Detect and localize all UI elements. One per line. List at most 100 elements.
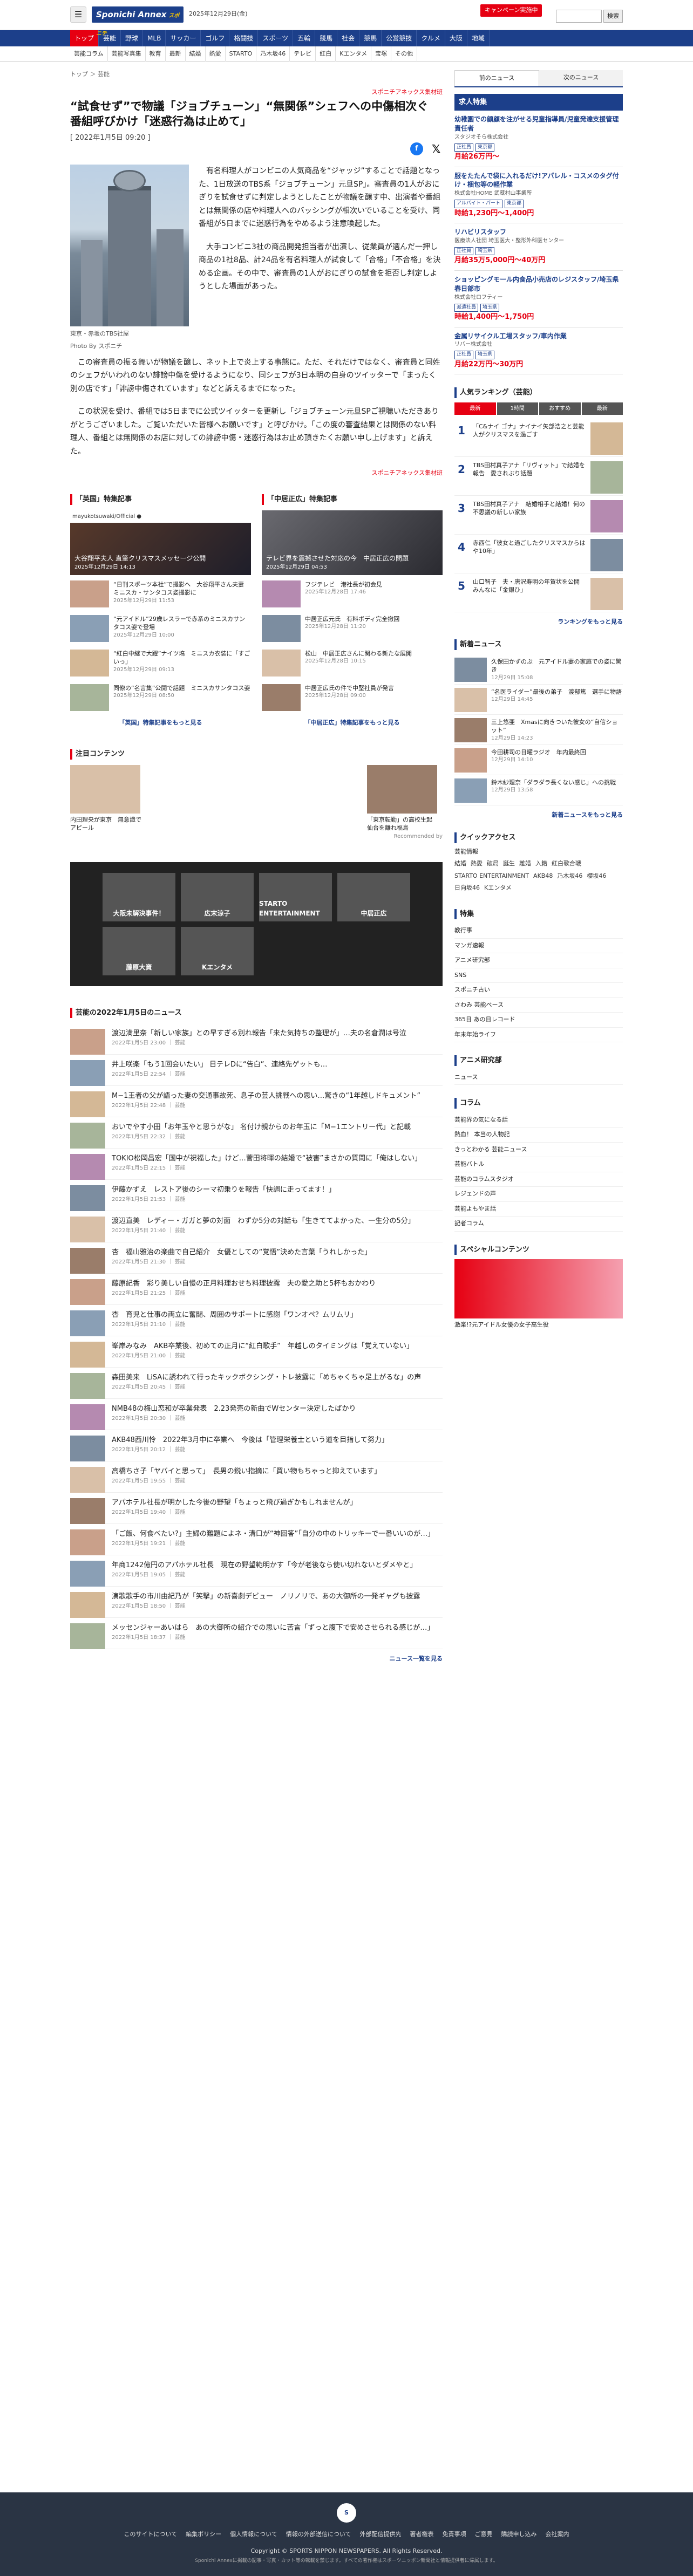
column-link[interactable]: 熱血！ 本当の人物記 bbox=[454, 1128, 623, 1143]
nav-item[interactable]: 五輪 bbox=[293, 30, 316, 46]
feature-more-link[interactable]: 「英国」特集記事をもっと見る bbox=[70, 719, 251, 728]
news-row[interactable]: 渡辺満里奈「新しい家族」との早すぎる別れ報告「来た気持ちの整理が」…夫の名倉潤は… bbox=[70, 1023, 443, 1055]
ranking-more-link[interactable]: ランキングをもっと見る bbox=[454, 618, 623, 627]
footer-logo[interactable]: S bbox=[337, 2503, 356, 2523]
footer-link[interactable]: 会社案内 bbox=[546, 2531, 569, 2538]
nav-item[interactable]: 大阪 bbox=[445, 30, 467, 46]
new-news-item[interactable]: 鈴木紗理奈「ダラダラ長くない感じ」への挑戦 12月29日 13:58 bbox=[454, 775, 623, 805]
facebook-share-icon[interactable]: f bbox=[410, 142, 423, 155]
search-button[interactable]: 検索 bbox=[603, 10, 623, 23]
footer-link[interactable]: 個人情報について bbox=[230, 2531, 277, 2538]
menu-icon[interactable]: ☰ bbox=[70, 6, 86, 23]
ranking-item[interactable]: 4 赤西仁「彼女と過ごしたクリスマスからはや10年」 bbox=[454, 535, 623, 573]
quick-access-link[interactable]: AKB48 bbox=[533, 872, 553, 881]
column-link[interactable]: 芸能のコラムスタジオ bbox=[454, 1172, 623, 1187]
new-news-item[interactable]: 今田耕司の日曜ラジオ 年内最終回 12月29日 14:10 bbox=[454, 745, 623, 775]
tokushu-link[interactable]: 365日 あの日レコード bbox=[454, 1013, 623, 1028]
nav-item[interactable]: ゴルフ bbox=[201, 30, 230, 46]
tokushu-link[interactable]: スポニチ占い bbox=[454, 983, 623, 998]
feature-item[interactable]: フジテレビ 港社長が初会見 2025年12月28日 17:46 bbox=[262, 580, 443, 610]
attention-card[interactable]: 「東京転勤」の高校生起 仙台を離れ福島 bbox=[367, 764, 443, 832]
news-row[interactable]: M−1王者の父が語った妻の交通事故死、息子の芸人挑戦への思い…驚きの“1年越しド… bbox=[70, 1086, 443, 1118]
gallery-item[interactable]: STARTO ENTERTAINMENT bbox=[259, 872, 332, 921]
new-news-item[interactable]: 三上悠亜 Xmasに向きついた彼女の“自信ショット” 12月29日 14:23 bbox=[454, 715, 623, 745]
next-news-tab[interactable]: 次のニュース bbox=[539, 70, 623, 86]
quick-access-link[interactable]: 破局 bbox=[487, 859, 499, 869]
news-row[interactable]: 藤原紀香 彩り美しい自慢の正月料理おせち料理披露 夫の愛之助と5杯もおかわり 20… bbox=[70, 1274, 443, 1306]
nav-item[interactable]: サッカー bbox=[166, 30, 201, 46]
subnav-item[interactable]: 紅白 bbox=[316, 46, 336, 62]
subnav-item[interactable]: 熱愛 bbox=[206, 46, 226, 62]
footer-link[interactable]: 外部配信提供先 bbox=[360, 2531, 402, 2538]
ranking-tab[interactable]: おすすめ bbox=[539, 402, 581, 415]
quick-access-link[interactable]: 入籍 bbox=[535, 859, 547, 869]
new-news-item[interactable]: 久保田かずのぶ 元アイドル妻の家庭での姿に驚き 12月29日 15:08 bbox=[454, 654, 623, 685]
feature-item[interactable]: 同僚の“名言集”公開で話題 ミニスカサンタコス姿 2025年12月29日 08:5… bbox=[70, 684, 251, 713]
news-row[interactable]: 年商1242億円のアパホテル社長 現在の野望範明かす「今が老後なら使い切れないと… bbox=[70, 1555, 443, 1587]
news-row[interactable]: 井上咲楽「もう1回会いたい」 日テレDに“告白”、連絡先ゲットも… 2022年1月… bbox=[70, 1055, 443, 1087]
ranking-item[interactable]: 3 TBS田村真子アナ 結婚相手と結婚！何の不思議の新しい家族 bbox=[454, 496, 623, 535]
news-row[interactable]: 演歌歌手の市川由紀乃が「笑撃」の新喜劇デビュー ノリノリで、あの大御所の一発ギャ… bbox=[70, 1587, 443, 1618]
column-link[interactable]: 芸能界の気になる話 bbox=[454, 1113, 623, 1128]
anime-link[interactable]: ニュース bbox=[454, 1070, 623, 1085]
gallery-item[interactable]: 広末涼子 bbox=[181, 872, 254, 921]
nav-item[interactable]: 地域 bbox=[467, 30, 490, 46]
quick-access-link[interactable]: 熱愛 bbox=[471, 859, 483, 869]
nav-item[interactable]: 格闘技 bbox=[229, 30, 259, 46]
subnav-item[interactable]: 乃木坂46 bbox=[256, 46, 290, 62]
news-row[interactable]: 高橋ちさ子「ヤバイと思って」 長男の鋭い指摘に「買い物もちゃっと抑えています」 2… bbox=[70, 1461, 443, 1493]
job-item[interactable]: リハビリスタッフ 医療法人社団 埼玉医大・整形外科医センター 正社員 埼玉県 月給35万… bbox=[454, 223, 623, 271]
news-row[interactable]: おいでやす小田「お年玉やと思うがな」 名付け親からのお年玉に「M−1エントリー代… bbox=[70, 1117, 443, 1149]
news-row[interactable]: 渡辺直美 レディー・ガガと夢の対面 わずか5分の対話も「生きててよかった、一生分… bbox=[70, 1211, 443, 1243]
tokushu-link[interactable]: SNS bbox=[454, 968, 623, 983]
gallery-item[interactable]: Kエンタメ bbox=[181, 926, 254, 975]
footer-link[interactable]: 編集ポリシー bbox=[186, 2531, 221, 2538]
news-row[interactable]: 伊藤かずえ レストア後のシーマ初乗りを報告「快調に走ってます！」 2022年1月5… bbox=[70, 1180, 443, 1212]
news-row[interactable]: 杏 育児と仕事の両立に奮闘、周囲のサポートに感謝「ワンオペ？ムリムリ」 2022年… bbox=[70, 1305, 443, 1337]
news-row[interactable]: 杏 福山雅治の楽曲で自己紹介 女優としての“覚悟”決めた言葉「うれしかった」 20… bbox=[70, 1242, 443, 1274]
feature-more-link[interactable]: 「中居正広」特集記事をもっと見る bbox=[262, 719, 443, 728]
quick-access-link[interactable]: 紅白歌合戦 bbox=[552, 859, 581, 869]
nav-item[interactable]: 競馬 bbox=[359, 30, 382, 46]
column-link[interactable]: 記者コラム bbox=[454, 1217, 623, 1232]
feature-item[interactable]: “紅白中継で大躍”ナイツ塙 ミニスカ衣装に「すごいっ」 2025年12月29日 0… bbox=[70, 649, 251, 679]
subnav-item[interactable]: その他 bbox=[391, 46, 418, 62]
nav-item[interactable]: クルメ bbox=[417, 30, 445, 46]
nav-item[interactable]: トップ bbox=[70, 30, 99, 46]
nav-item[interactable]: 公営競技 bbox=[382, 30, 417, 46]
ranking-item[interactable]: 1 「C&ナイ ゴナ」ナイナイ矢部浩之と芸能人がクリスマスを過ごす bbox=[454, 418, 623, 457]
site-logo[interactable]: Sponichi Annex スポニチ bbox=[92, 6, 184, 37]
nav-item[interactable]: 競馬 bbox=[315, 30, 338, 46]
tokushu-link[interactable]: マンガ速報 bbox=[454, 939, 623, 954]
breadcrumb[interactable]: トップ ＞ 芸能 bbox=[70, 70, 443, 79]
nav-item[interactable]: 社会 bbox=[337, 30, 360, 46]
quick-access-link[interactable]: 結婚 bbox=[454, 859, 466, 869]
new-news-item[interactable]: “名医ライダー”最後の弟子 渡部篤 選手に物語 12月29日 14:45 bbox=[454, 685, 623, 715]
footer-link[interactable]: 著者権表 bbox=[410, 2531, 434, 2538]
subnav-item[interactable]: 芸能写真集 bbox=[108, 46, 146, 62]
subnav-item[interactable]: 芸能コラム bbox=[70, 46, 108, 62]
footer-link[interactable]: このサイトについて bbox=[124, 2531, 177, 2538]
column-link[interactable]: レジェンドの声 bbox=[454, 1187, 623, 1202]
subnav-item[interactable]: Kエンタメ bbox=[336, 46, 372, 62]
news-row[interactable]: 森田美来 LiSAに誘われて行ったキックボクシング・トレ披露に「めちゃくちゃ足上… bbox=[70, 1368, 443, 1399]
special-banner[interactable] bbox=[454, 1259, 623, 1319]
x-share-icon[interactable]: 𝕏 bbox=[430, 142, 443, 155]
news-row[interactable]: 峯岸みなみ AKB卒業後、初めての正月に“紅白歌手” 年越しのタイミングは「覚え… bbox=[70, 1336, 443, 1368]
news-row[interactable]: TOKIO松岡昌宏「国中が祝福した」けど…菅田将暉の結婚で“被害”まさかの質問に… bbox=[70, 1149, 443, 1180]
footer-link[interactable]: 情報の外部送信について bbox=[286, 2531, 351, 2538]
subnav-item[interactable]: 教育 bbox=[146, 46, 166, 62]
tokushu-link[interactable]: 年末年始ライフ bbox=[454, 1028, 623, 1043]
column-link[interactable]: 芸能バトル bbox=[454, 1157, 623, 1172]
nav-item[interactable]: MLB bbox=[143, 30, 166, 46]
feature-item[interactable]: 松山 中居正広さんに関わる新たな展開 2025年12月28日 10:15 bbox=[262, 649, 443, 679]
footer-link[interactable]: ご意見 bbox=[475, 2531, 493, 2538]
quick-access-link[interactable]: Kエンタメ bbox=[484, 884, 512, 893]
subnav-item[interactable]: 結婚 bbox=[186, 46, 206, 62]
quick-access-link[interactable]: 誕生 bbox=[503, 859, 515, 869]
column-link[interactable]: きっとわかる 芸能ニュース bbox=[454, 1143, 623, 1158]
quick-access-link[interactable]: 櫻坂46 bbox=[587, 872, 606, 881]
quick-access-link[interactable]: 日向坂46 bbox=[454, 884, 480, 893]
tokushu-link[interactable]: 教行事 bbox=[454, 924, 623, 939]
attention-card[interactable]: 内田理央が東京 無意識でアピール bbox=[70, 764, 146, 832]
